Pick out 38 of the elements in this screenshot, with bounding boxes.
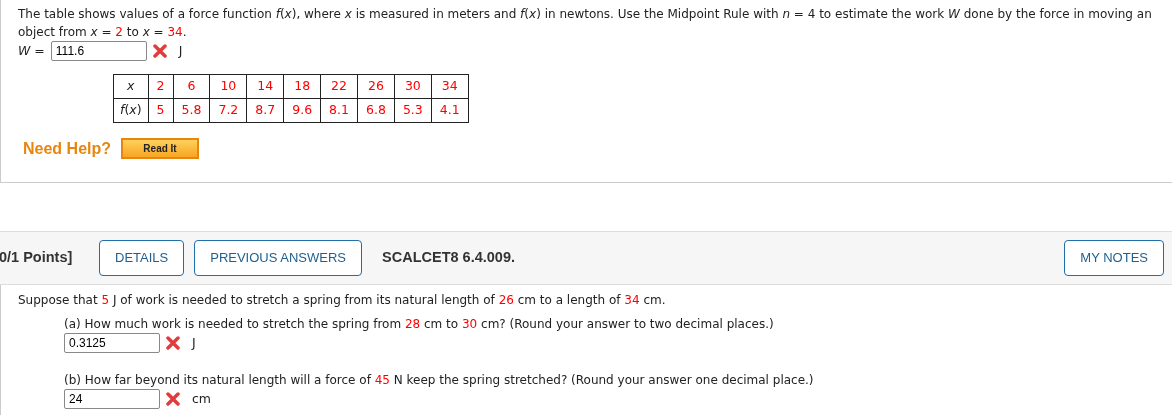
question-id: SCALCET8 6.4.009. (382, 248, 515, 268)
table-cell: 30 (394, 74, 432, 99)
points-label: 0/1 Points] (0, 248, 74, 268)
table-cell: 6.8 (357, 98, 395, 122)
table-cell: 4.1 (431, 98, 469, 122)
table-cell: 5.8 (173, 98, 210, 122)
table-cell: 34 (431, 74, 469, 99)
unit-label: J (178, 41, 183, 60)
row-header: x (113, 74, 149, 99)
table-cell: 5 (148, 98, 174, 122)
table-cell: 10 (209, 74, 247, 99)
header-button[interactable]: DETAILS (99, 240, 185, 276)
question-text: The table shows values of a force function f(x), where x is measured in meters and f(x) in newtons. Use the Midpoint Rule with n = 4 to estimate the work W done by the force in moving an object from x = 2 to x = 34. (18, 6, 1153, 41)
table-cell: 8.1 (320, 98, 358, 122)
question-text: Suppose that 5 J of work is needed to stretch a spring from its natural length of 26 cm to a length of 34 cm. (18, 292, 667, 309)
answer-field[interactable]: 24 (64, 389, 160, 409)
answer-field[interactable]: 0.3125 (64, 333, 160, 353)
header-button[interactable]: PREVIOUS ANSWERS (194, 240, 363, 276)
table-cell: 5.3 (394, 98, 432, 122)
table-cell: 8.7 (246, 98, 284, 122)
need-help-label: Need Help? (23, 138, 111, 159)
table-cell: 26 (357, 74, 395, 99)
table-cell: 7.2 (209, 98, 247, 122)
unit-label: cm (192, 389, 212, 408)
table-cell: 18 (283, 74, 321, 99)
answer-label: W = (18, 41, 45, 60)
table-cell: 2 (148, 74, 174, 99)
part-question: (a) How much work is needed to stretch the spring from 28 cm to 30 cm? (Round your answer to two decimal places.) (64, 316, 775, 333)
part-question: (b) How far beyond its natural length will a force of 45 N keep the spring stretched? (Round your answer one decimal place.) (64, 372, 815, 389)
table-cell: 9.6 (283, 98, 321, 122)
unit-label: J (192, 333, 196, 352)
table-cell: 14 (246, 74, 284, 99)
answer-field[interactable]: 111.6 (50, 41, 147, 61)
table-cell: 6 (173, 74, 210, 99)
table-cell: 22 (320, 74, 358, 99)
my-notes-button[interactable]: MY NOTES (1064, 240, 1164, 276)
read-it-button[interactable]: Read It (121, 138, 199, 159)
row-header: f(x) (113, 98, 149, 122)
